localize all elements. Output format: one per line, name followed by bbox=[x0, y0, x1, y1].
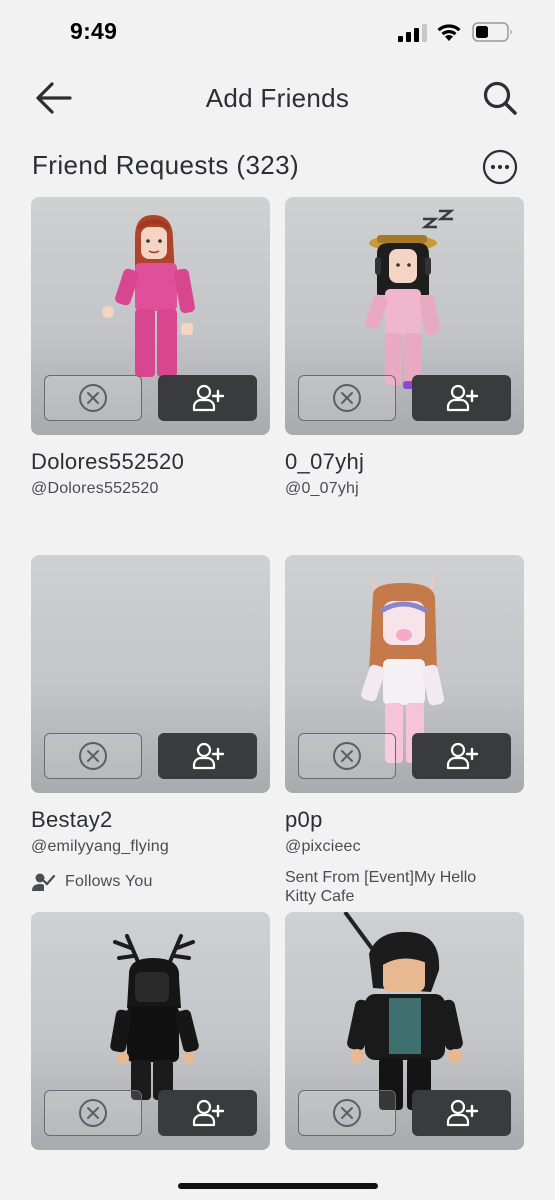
follows-you-label: Follows You bbox=[31, 872, 270, 892]
friend-request-card bbox=[31, 912, 270, 1150]
sent-from-label: Sent From [Event]My Hello Kitty Cafe bbox=[285, 869, 477, 905]
accept-button[interactable] bbox=[412, 375, 511, 421]
wifi-icon bbox=[437, 24, 461, 41]
battery-icon bbox=[472, 22, 512, 42]
display-name[interactable]: Bestay2 bbox=[31, 807, 270, 835]
friend-request-card: Bestay2 @emilyyang_flying Follows You bbox=[31, 555, 270, 892]
ellipsis-icon bbox=[482, 149, 518, 185]
accept-button[interactable] bbox=[412, 733, 511, 779]
add-friend-icon bbox=[191, 383, 225, 413]
cellular-signal-icon bbox=[398, 24, 427, 42]
display-name[interactable]: Dolores552520 bbox=[31, 449, 270, 477]
page-title: Add Friends bbox=[205, 83, 350, 113]
decline-button[interactable] bbox=[298, 1090, 396, 1136]
decline-button[interactable] bbox=[44, 733, 142, 779]
decline-button[interactable] bbox=[44, 375, 142, 421]
username: @pixcieec bbox=[285, 838, 361, 855]
more-options-button[interactable] bbox=[482, 149, 518, 185]
close-circle-icon bbox=[78, 383, 108, 413]
friend-request-card bbox=[285, 912, 524, 1150]
accept-button[interactable] bbox=[158, 733, 257, 779]
accept-button[interactable] bbox=[412, 1090, 511, 1136]
friend-request-card: p0p @pixcieec Sent From [Event]My Hello … bbox=[285, 555, 524, 906]
add-friend-icon bbox=[191, 1098, 225, 1128]
avatar-thumbnail[interactable] bbox=[285, 912, 524, 1150]
friend-request-card: 0_07yhj @0_07yhj bbox=[285, 197, 524, 498]
close-circle-icon bbox=[332, 1098, 362, 1128]
friend-request-card: Dolores552520 @Dolores552520 bbox=[31, 197, 270, 498]
follows-check-icon bbox=[32, 873, 55, 891]
avatar-thumbnail[interactable] bbox=[31, 912, 270, 1150]
navigation-bar: Add Friends bbox=[0, 70, 555, 126]
add-friend-icon bbox=[445, 1098, 479, 1128]
follows-you-text: Follows You bbox=[65, 873, 153, 890]
home-indicator bbox=[178, 1183, 378, 1189]
accept-button[interactable] bbox=[158, 1090, 257, 1136]
avatar-thumbnail[interactable] bbox=[31, 197, 270, 435]
add-friend-icon bbox=[445, 383, 479, 413]
add-friend-icon bbox=[191, 741, 225, 771]
username: @0_07yhj bbox=[285, 480, 359, 497]
add-friend-icon bbox=[445, 741, 479, 771]
status-time: 9:49 bbox=[70, 18, 118, 44]
decline-button[interactable] bbox=[44, 1090, 142, 1136]
close-circle-icon bbox=[332, 383, 362, 413]
username: @Dolores552520 bbox=[31, 480, 159, 497]
status-bar: 9:49 bbox=[0, 0, 555, 64]
accept-button[interactable] bbox=[158, 375, 257, 421]
friend-requests-heading: Friend Requests (323) bbox=[32, 150, 300, 180]
avatar-thumbnail[interactable] bbox=[285, 555, 524, 793]
avatar-thumbnail[interactable] bbox=[31, 555, 270, 793]
search-button[interactable] bbox=[480, 78, 522, 120]
avatar-thumbnail[interactable] bbox=[285, 197, 524, 435]
decline-button[interactable] bbox=[298, 733, 396, 779]
display-name[interactable]: 0_07yhj bbox=[285, 449, 524, 477]
decline-button[interactable] bbox=[298, 375, 396, 421]
search-icon bbox=[483, 81, 517, 115]
close-circle-icon bbox=[332, 741, 362, 771]
close-circle-icon bbox=[78, 1098, 108, 1128]
username: @emilyyang_flying bbox=[31, 838, 169, 855]
display-name[interactable]: p0p bbox=[285, 807, 524, 835]
close-circle-icon bbox=[78, 741, 108, 771]
